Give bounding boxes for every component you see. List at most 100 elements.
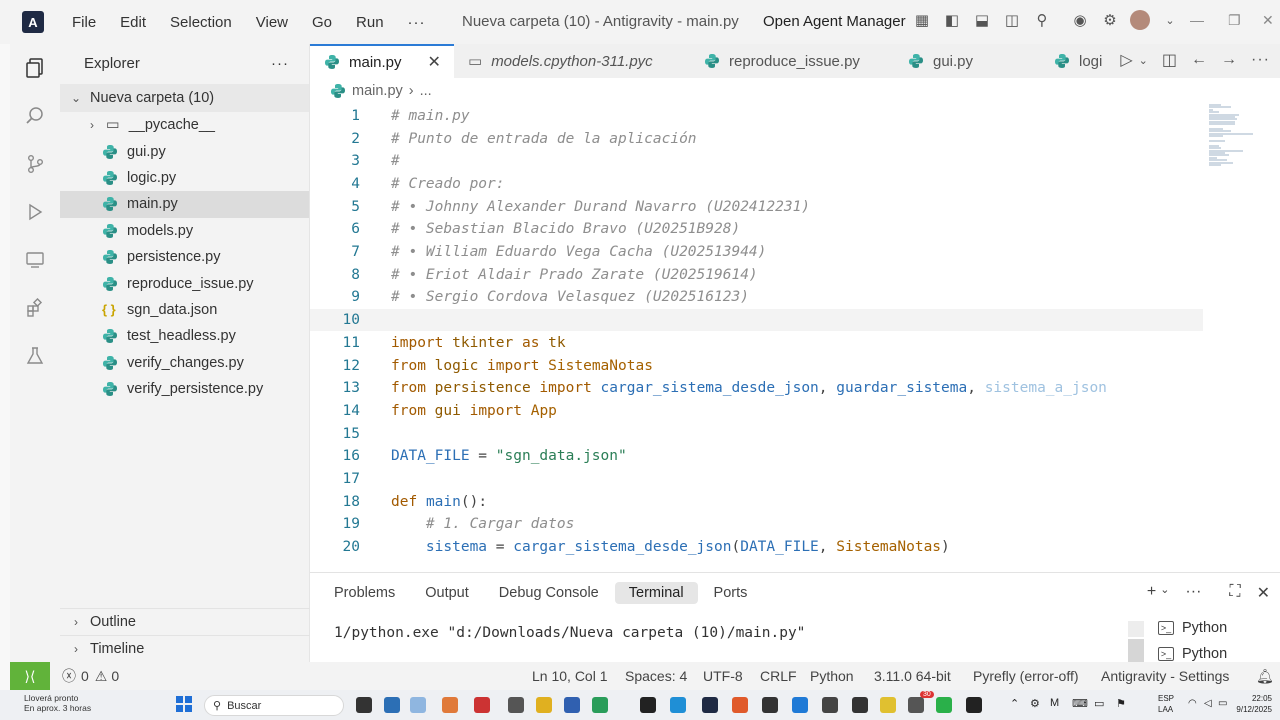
antigravity-app-icon[interactable] (702, 697, 718, 713)
avatar[interactable] (1130, 10, 1150, 30)
breadcrumb-file[interactable]: main.py (352, 83, 403, 99)
code-line[interactable]: 9 # • Sergio Cordova Velasquez (U20251612… (310, 286, 1203, 309)
menu-selection[interactable]: Selection (158, 14, 244, 31)
arrow-left-icon[interactable]: ← (1191, 51, 1207, 69)
mail-tray-icon[interactable]: M (1050, 697, 1059, 709)
antigravity-logo-icon[interactable]: A (22, 11, 44, 33)
code-line[interactable]: 7 # • William Eduardo Vega Cacha (U202513… (310, 241, 1203, 264)
toggle-panel-icon[interactable]: ⬓ (972, 10, 992, 30)
tab-gui-py[interactable]: gui.py (894, 44, 1040, 78)
weather-widget[interactable]: Lloverá pronto En aprox. 3 horas (24, 693, 91, 713)
tab-main-py[interactable]: main.py ✕ (310, 44, 454, 78)
error-count[interactable]: 0 (81, 668, 89, 684)
code-line[interactable]: 10 (310, 308, 1203, 332)
encoding[interactable]: UTF-8 (703, 668, 743, 684)
menu-go[interactable]: Go (300, 14, 344, 31)
notes-app-icon[interactable] (410, 697, 426, 713)
python-interpreter[interactable]: 3.11.0 64-bit (874, 668, 951, 684)
toggle-sidebar-icon[interactable]: ◧ (942, 10, 962, 30)
brave-icon[interactable] (732, 697, 748, 713)
tab-models-pyc[interactable]: ▭ models.cpython-311.pyc (454, 44, 690, 78)
panel-tab-output[interactable]: Output (411, 582, 483, 604)
tree-item-sgn-data-json[interactable]: { } sgn_data.json (60, 297, 309, 323)
chevron-down-icon[interactable]: ⌄ (1160, 10, 1180, 30)
menu-more-button[interactable]: ··· (396, 14, 438, 31)
code-line[interactable]: 15 (310, 422, 1203, 445)
code-line[interactable]: 14 from gui import App (310, 400, 1203, 423)
clock[interactable]: 22:05 9/12/2025 (1236, 693, 1272, 715)
error-icon[interactable]: ⓧ (62, 666, 76, 686)
search-icon[interactable] (10, 92, 60, 140)
github-icon[interactable] (966, 697, 982, 713)
chevron-down-icon[interactable]: ⌄ (1139, 54, 1148, 67)
windows-start-icon[interactable] (176, 696, 192, 712)
timeline-section[interactable]: › Timeline (60, 635, 310, 662)
gmail-icon[interactable] (508, 697, 524, 713)
code-line[interactable]: 19 # 1. Cargar datos (310, 513, 1203, 536)
indentation[interactable]: Spaces: 4 (625, 668, 687, 684)
tree-item-logic-py[interactable]: logic.py (60, 165, 309, 191)
chevron-down-icon[interactable]: ⌄ (1160, 583, 1169, 603)
minimize-icon[interactable]: — (1190, 12, 1204, 28)
task-view-icon[interactable] (356, 697, 372, 713)
tree-item-persistence-py[interactable]: persistence.py (60, 244, 309, 270)
maximize-panel-icon[interactable]: ⛶ (1229, 583, 1240, 603)
terminal-app-icon[interactable] (852, 697, 868, 713)
taskbar-search[interactable]: ⚲ Buscar (204, 695, 344, 716)
more-actions-icon[interactable]: ··· (1185, 583, 1201, 603)
monitor-icon[interactable]: ▭ (1094, 697, 1104, 710)
close-panel-icon[interactable]: ✕ (1257, 583, 1270, 603)
explorer-app-icon[interactable] (384, 697, 400, 713)
code-line[interactable]: 11 import tkinter as tk (310, 332, 1203, 355)
code-line[interactable]: 18 def main(): (310, 490, 1203, 513)
code-line[interactable]: 1 # main.py (310, 105, 1203, 128)
terminal-item[interactable]: >_ Python (1128, 615, 1280, 641)
red-app-icon[interactable] (474, 697, 490, 713)
panel-tab-problems[interactable]: Problems (320, 582, 409, 604)
language-mode[interactable]: Python (810, 668, 854, 684)
code-line[interactable]: 6 # • Sebastian Blacido Bravo (U20251B928… (310, 218, 1203, 241)
chrome-icon[interactable]: ◉ (1070, 10, 1090, 30)
breadcrumb-symbols[interactable]: ... (420, 83, 432, 99)
search-icon[interactable]: ⚲ (1032, 10, 1052, 30)
toggle-secondary-sidebar-icon[interactable]: ◫ (1002, 10, 1022, 30)
more-actions-icon[interactable]: ··· (1251, 51, 1270, 69)
arrow-right-icon[interactable]: → (1221, 51, 1237, 69)
edge-icon[interactable] (670, 697, 686, 713)
gear-icon[interactable]: ⚙ (1100, 10, 1120, 30)
panel-tab-terminal[interactable]: Terminal (614, 582, 698, 604)
outline-section[interactable]: › Outline (60, 608, 310, 635)
battery-icon[interactable]: ▭ (1218, 698, 1227, 709)
split-editor-icon[interactable]: ◫ (1162, 50, 1177, 70)
maps-icon[interactable] (592, 697, 608, 713)
terminal-output[interactable]: 1/python.exe "d:/Downloads/Nueva carpeta… (334, 625, 805, 641)
pyrefly-status[interactable]: Pyrefly (error-off) (973, 668, 1079, 684)
wifi-icon[interactable]: ◠ (1188, 698, 1197, 709)
run-debug-icon[interactable] (10, 188, 60, 236)
keyboard-icon[interactable]: ⌨ (1072, 697, 1088, 710)
code-line[interactable]: 8 # • Eriot Aldair Prado Zarate (U2025196… (310, 263, 1203, 286)
code-line[interactable]: 20 sistema = cargar_sistema_desde_json(D… (310, 536, 1203, 559)
run-file-icon[interactable]: ▷ (1120, 50, 1132, 70)
close-tab-icon[interactable]: ✕ (428, 52, 441, 72)
tree-item-verify-changes-py[interactable]: verify_changes.py (60, 350, 309, 376)
tree-item-test-headless-py[interactable]: test_headless.py (60, 323, 309, 349)
app-icon[interactable] (822, 697, 838, 713)
cursor-icon[interactable] (762, 697, 778, 713)
panel-tab-ports[interactable]: Ports (700, 582, 762, 604)
panel-tab-debug-console[interactable]: Debug Console (485, 582, 613, 604)
close-window-icon[interactable]: ✕ (1262, 12, 1274, 29)
tree-item-pycache[interactable]: › ▭ __pycache__ (60, 112, 309, 138)
whatsapp-icon[interactable] (936, 697, 952, 713)
new-terminal-icon[interactable]: + (1147, 583, 1156, 603)
tree-item-verify-persistence-py[interactable]: verify_persistence.py (60, 376, 309, 402)
tree-item-models-py[interactable]: models.py (60, 218, 309, 244)
menu-view[interactable]: View (244, 14, 300, 31)
tab-reproduce-issue[interactable]: reproduce_issue.py (690, 44, 894, 78)
workspace-folder[interactable]: ⌄ Nueva carpeta (10) (60, 84, 309, 112)
code-line[interactable]: 13 from persistence import cargar_sistema… (310, 377, 1203, 400)
outlook-icon[interactable] (564, 697, 580, 713)
cursor-position[interactable]: Ln 10, Col 1 (532, 668, 608, 684)
notifications-bell-icon[interactable]: 🔔︎ (1256, 668, 1274, 685)
code-line[interactable]: 5 # • Johnny Alexander Durand Navarro (U2… (310, 195, 1203, 218)
